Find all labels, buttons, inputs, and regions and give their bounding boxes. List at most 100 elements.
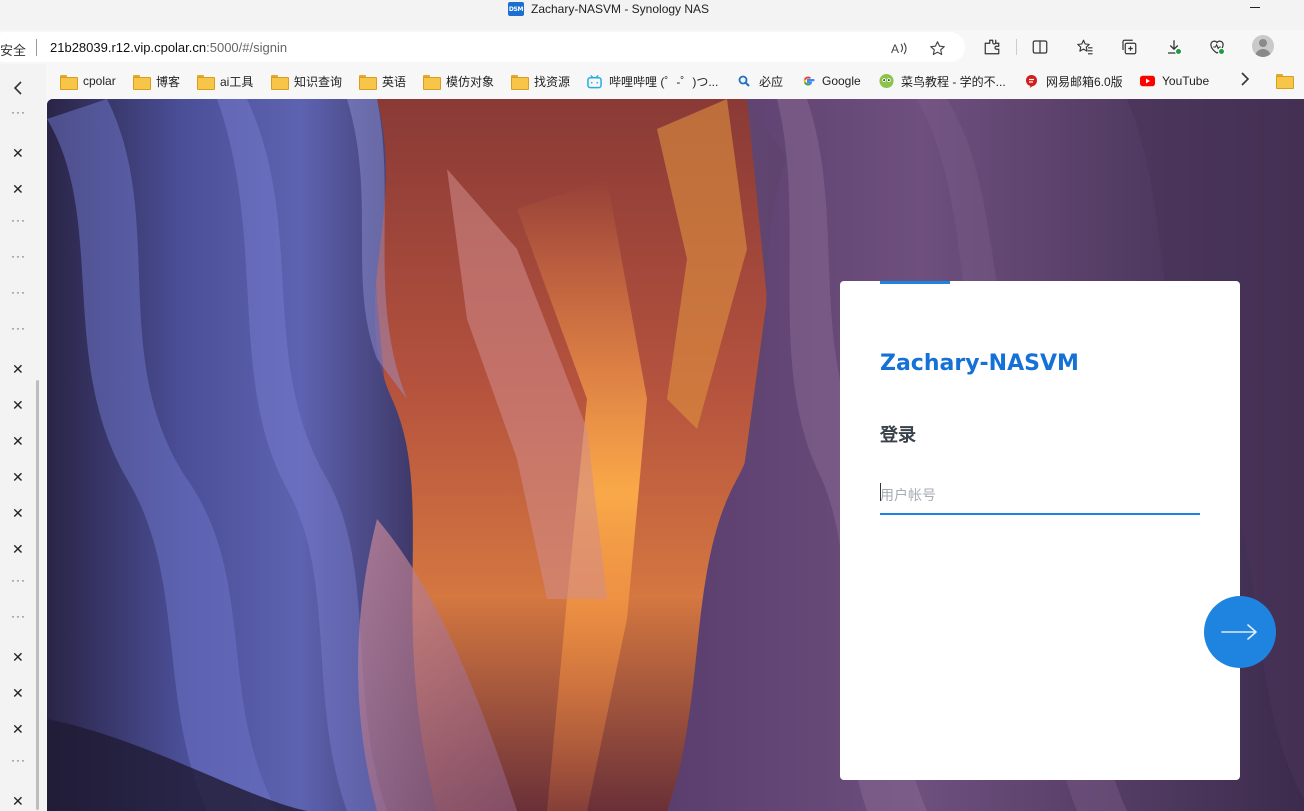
more-dots-icon[interactable]: ··· bbox=[11, 249, 26, 263]
browser-essentials-icon[interactable] bbox=[1206, 36, 1228, 58]
bookmark-cpolar[interactable]: cpolar bbox=[60, 73, 116, 90]
close-tab-icon[interactable]: ✕ bbox=[12, 361, 24, 378]
read-aloud-icon[interactable]: A bbox=[890, 39, 908, 57]
vertical-tabs-sidebar: ··· ✕ ✕ ··· ··· ··· ··· ✕ ✕ ✕ ✕ ✕ ✕ ··· ··· ✕ ✕ ✕ ··· ✕ bbox=[0, 64, 46, 811]
sidebar-tab-row[interactable]: ··· bbox=[0, 573, 46, 596]
bookmark-netease-mail[interactable]: 网易邮箱6.0版 bbox=[1024, 73, 1123, 89]
sidebar-tab-row[interactable]: ··· bbox=[0, 285, 46, 308]
bookmark-bing[interactable]: 必应 bbox=[737, 73, 783, 89]
bookmark-ai-tools[interactable]: ai工具 bbox=[197, 73, 254, 90]
close-tab-icon[interactable]: ✕ bbox=[12, 685, 24, 702]
sidebar-tab-row[interactable]: ✕ bbox=[0, 792, 46, 811]
more-dots-icon[interactable]: ··· bbox=[11, 753, 26, 767]
username-input[interactable] bbox=[880, 477, 1200, 515]
close-tab-icon[interactable]: ✕ bbox=[12, 397, 24, 414]
netease-icon bbox=[1024, 74, 1039, 89]
close-tab-icon[interactable]: ✕ bbox=[12, 793, 24, 810]
sidebar-scrollbar[interactable] bbox=[36, 380, 39, 810]
next-arrow-button[interactable] bbox=[1204, 596, 1276, 668]
more-dots-icon[interactable]: ··· bbox=[11, 573, 26, 587]
bookmark-label: 知识查询 bbox=[294, 74, 343, 89]
close-tab-icon[interactable]: ✕ bbox=[12, 721, 24, 738]
arrow-right-icon bbox=[1221, 624, 1257, 640]
bookmark-google[interactable]: Google bbox=[800, 73, 861, 89]
svg-text:A: A bbox=[891, 42, 899, 56]
login-card: Zachary-NASVM 登录 bbox=[840, 281, 1240, 780]
sidebar-tab-row[interactable]: ✕ bbox=[0, 504, 46, 524]
sidebar-tab-row[interactable]: ✕ bbox=[0, 396, 46, 416]
bookmark-label: 英语 bbox=[382, 74, 407, 89]
text-caret bbox=[880, 483, 881, 501]
close-tab-icon[interactable]: ✕ bbox=[12, 649, 24, 666]
bookmark-runoob[interactable]: 菜鸟教程 - 学的不... bbox=[879, 73, 1006, 89]
minimize-icon[interactable] bbox=[1246, 0, 1266, 14]
collections-icon[interactable] bbox=[1118, 36, 1140, 58]
window-title-bar: DSM Zachary-NASVM - Synology NAS bbox=[0, 0, 1304, 30]
server-name: Zachary-NASVM bbox=[880, 351, 1079, 376]
folder-icon bbox=[60, 74, 78, 90]
more-dots-icon[interactable]: ··· bbox=[11, 321, 26, 335]
bookmark-label: YouTube bbox=[1162, 74, 1210, 88]
downloads-icon[interactable] bbox=[1163, 36, 1185, 58]
sidebar-tab-row[interactable]: ··· bbox=[0, 105, 46, 128]
sidebar-tab-row[interactable]: ··· bbox=[0, 249, 46, 272]
close-tab-icon[interactable]: ✕ bbox=[12, 433, 24, 450]
window-title-text: Zachary-NASVM - Synology NAS bbox=[531, 2, 710, 16]
bookmark-knowledge[interactable]: 知识查询 bbox=[271, 73, 343, 90]
close-tab-icon[interactable]: ✕ bbox=[12, 541, 24, 558]
address-separator bbox=[36, 39, 37, 56]
close-tab-icon[interactable]: ✕ bbox=[12, 469, 24, 486]
essentials-status-dot bbox=[1218, 48, 1225, 55]
dsm-favicon-icon: DSM bbox=[508, 2, 524, 16]
sidebar-tab-row[interactable]: ✕ bbox=[0, 648, 46, 668]
window-title: DSM Zachary-NASVM - Synology NAS bbox=[508, 0, 709, 18]
sidebar-tab-row[interactable]: ··· bbox=[0, 321, 46, 344]
folder-icon bbox=[423, 74, 441, 90]
favorites-icon[interactable] bbox=[1074, 36, 1096, 58]
close-tab-icon[interactable]: ✕ bbox=[12, 145, 24, 162]
bookmark-blog[interactable]: 博客 bbox=[133, 73, 180, 90]
address-bar[interactable]: 安全 21b28039.r12.vip.cpolar.cn:5000/#/sig… bbox=[0, 32, 965, 62]
sidebar-tab-row[interactable]: ✕ bbox=[0, 468, 46, 488]
sidebar-tab-row[interactable]: ✕ bbox=[0, 432, 46, 452]
bookmark-label: 哔哩哔哩 (゜-゜)つ... bbox=[609, 74, 719, 89]
bookmark-english[interactable]: 英语 bbox=[359, 73, 407, 90]
more-dots-icon[interactable]: ··· bbox=[11, 213, 26, 227]
extensions-icon[interactable] bbox=[981, 36, 1003, 58]
sidebar-tab-row[interactable]: ✕ bbox=[0, 684, 46, 704]
bookmark-youtube[interactable]: YouTube bbox=[1140, 73, 1209, 89]
youtube-icon bbox=[1140, 74, 1155, 89]
bookmark-label: Google bbox=[822, 74, 861, 88]
bookmark-label: 模仿对象 bbox=[446, 74, 495, 89]
sidebar-tab-row[interactable]: ··· bbox=[0, 213, 46, 236]
security-label[interactable]: 安全 bbox=[0, 40, 26, 59]
sidebar-tab-row[interactable]: ✕ bbox=[0, 360, 46, 380]
folder-icon bbox=[133, 74, 151, 90]
bookmarks-more-chevron-icon[interactable] bbox=[1240, 72, 1250, 91]
more-dots-icon[interactable]: ··· bbox=[11, 105, 26, 119]
folder-icon bbox=[197, 74, 215, 90]
more-dots-icon[interactable]: ··· bbox=[11, 285, 26, 299]
bookmark-label: ai工具 bbox=[220, 74, 254, 89]
sidebar-tab-row[interactable]: ✕ bbox=[0, 144, 46, 164]
url-text[interactable]: 21b28039.r12.vip.cpolar.cn:5000/#/signin bbox=[50, 40, 287, 55]
collapse-chevron-left-icon[interactable] bbox=[13, 81, 23, 100]
bookmark-bilibili[interactable]: 哔哩哔哩 (゜-゜)つ... bbox=[587, 73, 718, 89]
sidebar-tab-row[interactable]: ··· bbox=[0, 609, 46, 632]
close-tab-icon[interactable]: ✕ bbox=[12, 505, 24, 522]
sidebar-tab-row[interactable]: ✕ bbox=[0, 540, 46, 560]
sidebar-tab-row[interactable]: ✕ bbox=[0, 180, 46, 200]
split-screen-icon[interactable] bbox=[1029, 36, 1051, 58]
folder-icon[interactable] bbox=[1276, 74, 1294, 89]
bookmark-resources[interactable]: 找资源 bbox=[511, 73, 570, 90]
bookmark-models[interactable]: 模仿对象 bbox=[423, 73, 495, 90]
google-icon bbox=[800, 74, 815, 89]
more-dots-icon[interactable]: ··· bbox=[11, 609, 26, 623]
sidebar-tab-row[interactable]: ✕ bbox=[0, 720, 46, 740]
card-accent-bar bbox=[880, 281, 950, 284]
profile-avatar[interactable] bbox=[1252, 35, 1274, 57]
favorite-star-icon[interactable] bbox=[928, 39, 946, 57]
sidebar-tab-row[interactable]: ··· bbox=[0, 753, 46, 776]
bookmark-label: cpolar bbox=[83, 74, 116, 88]
close-tab-icon[interactable]: ✕ bbox=[12, 181, 24, 198]
